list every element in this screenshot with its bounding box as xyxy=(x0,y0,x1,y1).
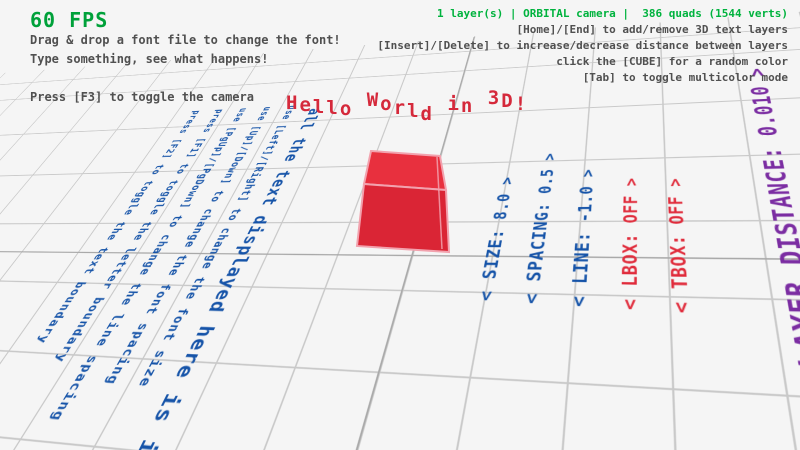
status-line: 1 layer(s) | ORBITAL camera | 386 quads … xyxy=(377,6,788,22)
hud-left-instructions: Drag & drop a font file to change the fo… xyxy=(30,31,341,107)
fps-counter: 60 FPS xyxy=(30,8,108,32)
hint-type-something: Type something, see what happens! xyxy=(30,50,341,69)
hint-layer-distance: [Insert]/[Delete] to increase/decrease d… xyxy=(377,38,788,54)
hint-cube-color: click the [CUBE] for a random color xyxy=(377,54,788,70)
hud-right-panel: 1 layer(s) | ORBITAL camera | 386 quads … xyxy=(377,6,788,86)
hint-multicolor-mode: [Tab] to toggle multicolor mode xyxy=(377,70,788,86)
hint-drag-drop: Drag & drop a font file to change the fo… xyxy=(30,31,341,50)
cube-front-face[interactable] xyxy=(357,184,449,252)
text3d-demo-window: press [F2] to toggle the text boundary p… xyxy=(0,0,800,450)
hint-add-remove-layers: [Home]/[End] to add/remove 3D text layer… xyxy=(377,22,788,38)
hint-toggle-camera: Press [F3] to toggle the camera xyxy=(30,88,341,107)
hint-spacer xyxy=(30,69,341,88)
